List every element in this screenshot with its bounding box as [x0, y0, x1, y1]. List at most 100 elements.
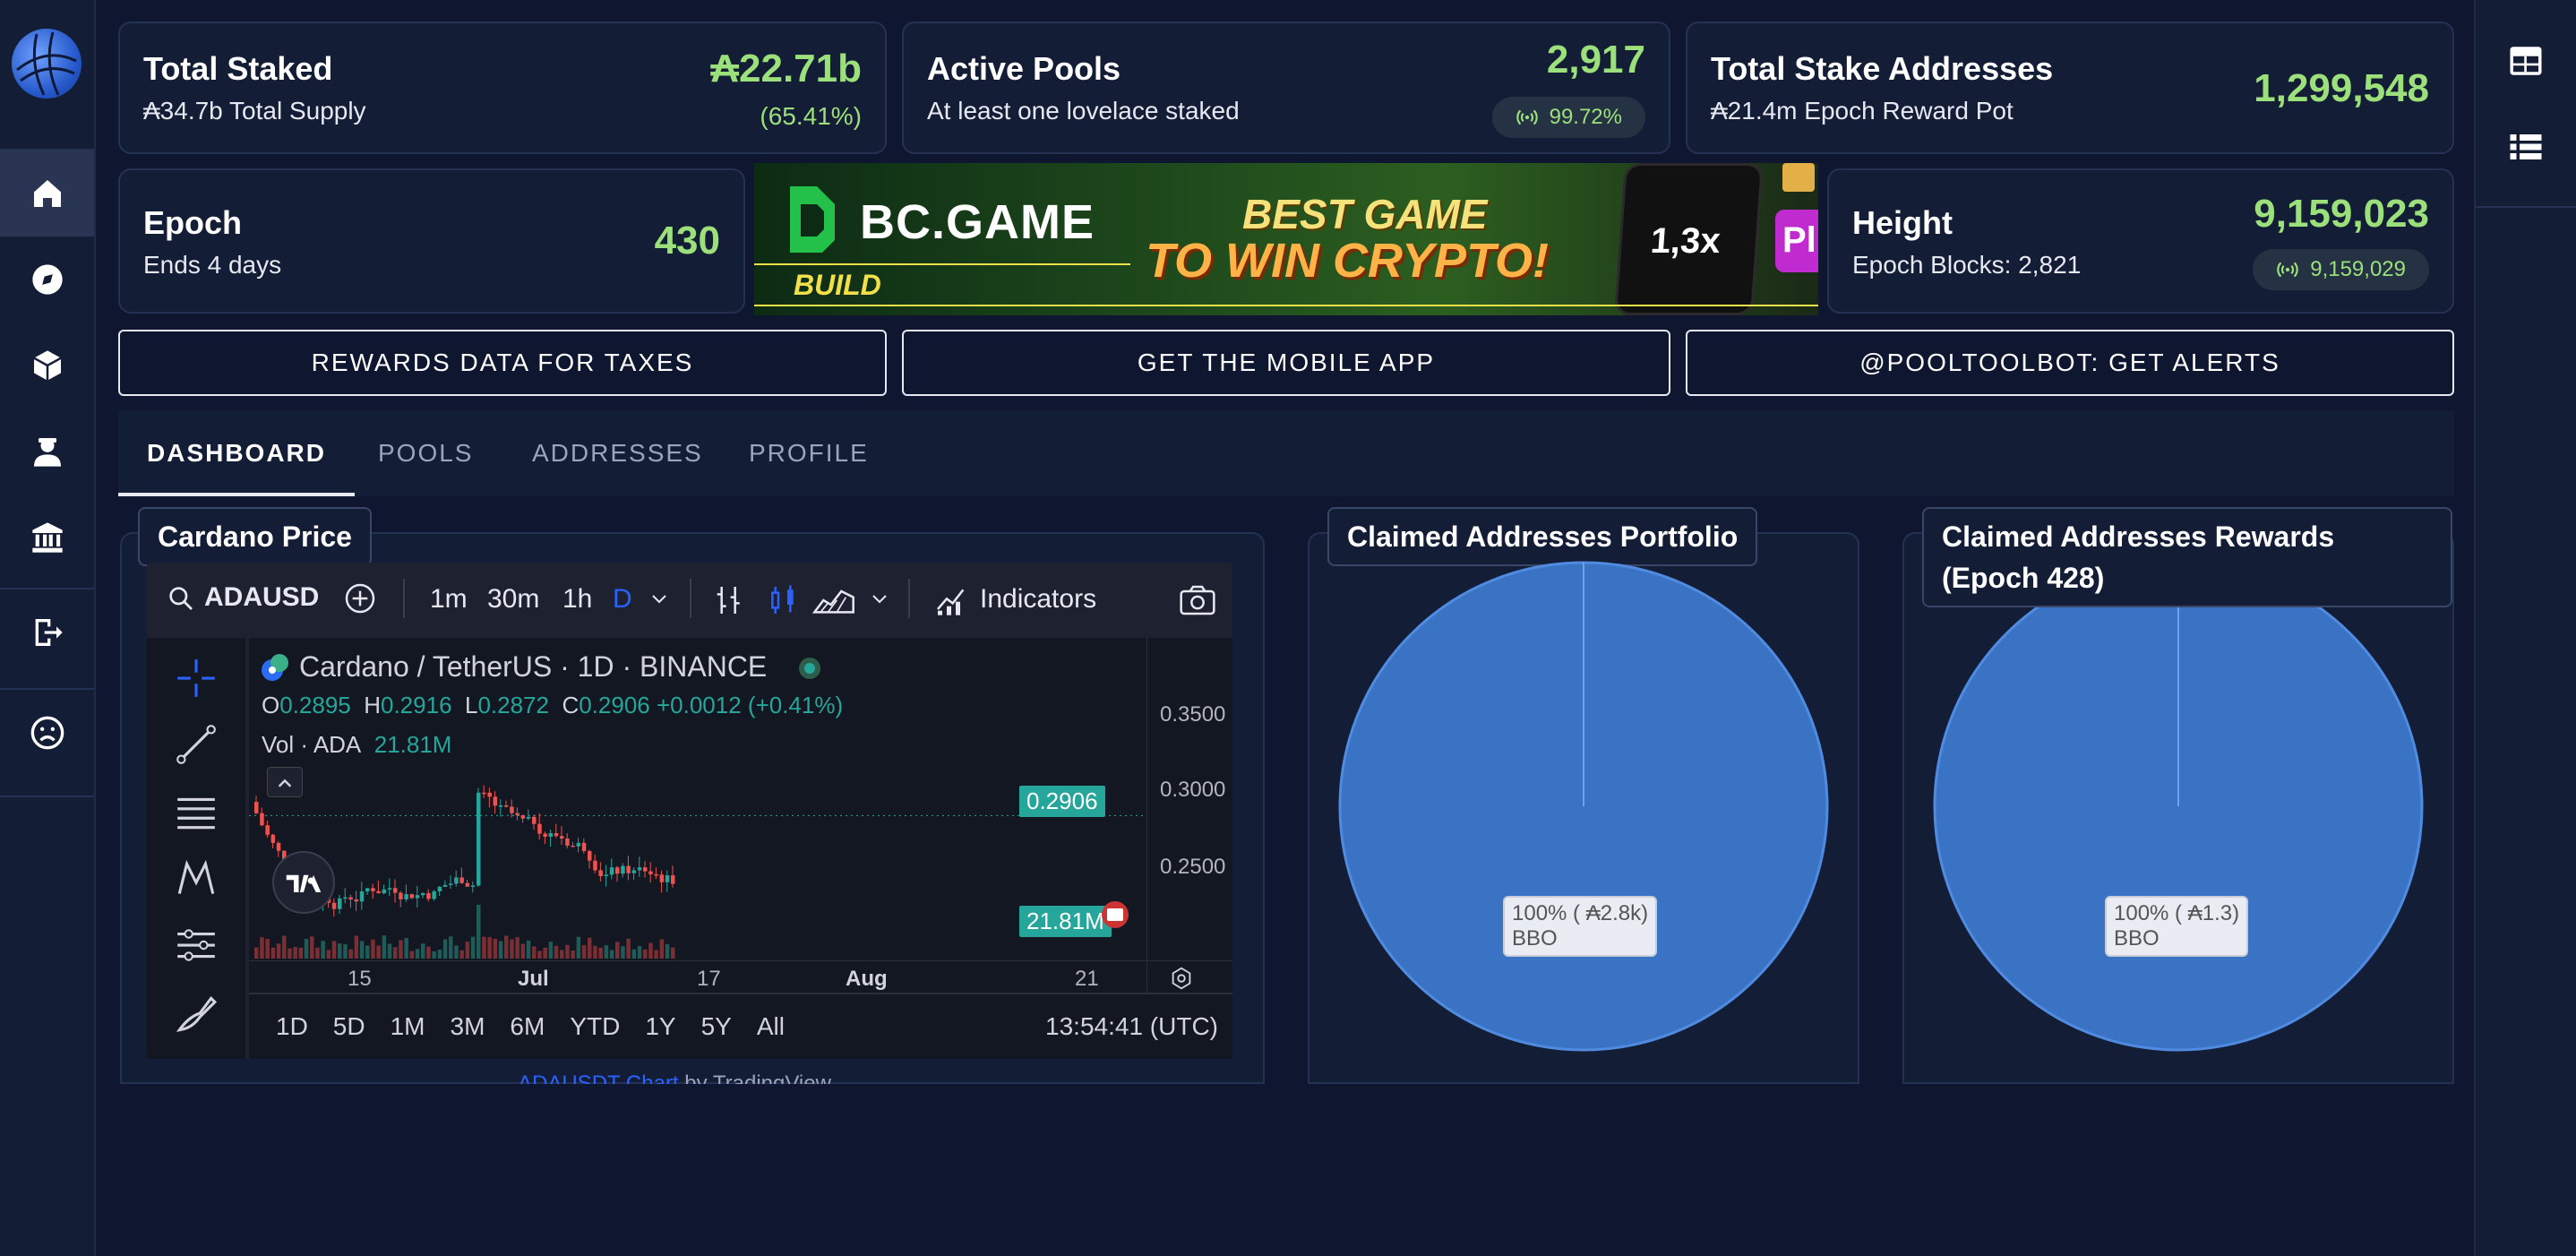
- fib-icon[interactable]: [174, 790, 219, 835]
- ad-multiplier: 1,3x: [1649, 221, 1722, 261]
- nav-logout[interactable]: [0, 589, 94, 675]
- rewards-taxes-button[interactable]: REWARDS DATA FOR TAXES: [118, 330, 887, 396]
- candle: [399, 890, 403, 959]
- range-3m[interactable]: 3M: [451, 1012, 485, 1041]
- range-all[interactable]: All: [757, 1012, 785, 1041]
- bar-chart-icon[interactable]: [711, 582, 747, 618]
- volume-bar: [365, 945, 370, 959]
- candle: [526, 809, 531, 959]
- tradingview-widget[interactable]: ADAUSD 1m 30m 1h D Indicators Cardano / …: [147, 563, 1232, 1059]
- range-5y[interactable]: 5Y: [701, 1012, 732, 1041]
- last-volume-tag: 21.81M: [1019, 906, 1112, 937]
- interval-1m[interactable]: 1m: [430, 584, 468, 615]
- ad-banner[interactable]: BC.GAME BUILD BEST GAME TO WIN CRYPTO! 1…: [754, 163, 1818, 315]
- volume-bar: [631, 949, 637, 959]
- trend-line-icon[interactable]: [174, 722, 219, 767]
- candle: [477, 787, 481, 959]
- interval-d[interactable]: D: [613, 584, 632, 615]
- volume-bar: [510, 939, 514, 959]
- prediction-icon[interactable]: [174, 923, 219, 968]
- collapse-legend-button[interactable]: [267, 767, 303, 797]
- rail-table[interactable]: [2476, 18, 2576, 104]
- candle: [643, 861, 648, 959]
- rewards-pie-chart[interactable]: [1933, 561, 2424, 1052]
- range-5d[interactable]: 5D: [333, 1012, 365, 1041]
- candle: [504, 800, 509, 959]
- event-flag-icon[interactable]: [1102, 901, 1129, 928]
- card-subtitle: At least one lovelace staked: [927, 97, 1240, 125]
- candles-icon[interactable]: [765, 582, 801, 618]
- volume-bar: [637, 945, 642, 959]
- tab-dashboard[interactable]: DASHBOARD: [147, 410, 326, 496]
- nav-explore[interactable]: [0, 237, 94, 323]
- ad-corner-badge: [1782, 163, 1815, 192]
- interval-1h[interactable]: 1h: [562, 584, 592, 615]
- candle: [454, 870, 459, 959]
- candle: [265, 821, 270, 959]
- slice-value: 100% ( ₳1.3): [2114, 901, 2240, 925]
- tab-addresses[interactable]: ADDRESSES: [532, 410, 703, 496]
- candle: [371, 883, 375, 959]
- table-icon: [2510, 47, 2542, 75]
- nav-user[interactable]: [0, 409, 94, 495]
- range-1d[interactable]: 1D: [276, 1012, 308, 1041]
- volume-bar: [626, 938, 631, 959]
- volume-bar: [338, 943, 342, 959]
- mobile-app-button[interactable]: GET THE MOBILE APP: [902, 330, 1670, 396]
- tv-symbol[interactable]: ADAUSD: [204, 582, 319, 613]
- tradingview-logo[interactable]: [272, 851, 335, 914]
- logo[interactable]: [12, 29, 82, 99]
- volume-bar: [498, 941, 503, 959]
- nav-bank[interactable]: [0, 495, 94, 581]
- card-value: 1,299,548: [2254, 66, 2429, 110]
- crosshair-icon[interactable]: [174, 656, 219, 701]
- indicators-icon[interactable]: [933, 582, 969, 618]
- candle: [376, 880, 381, 959]
- tab-pools[interactable]: POOLS: [378, 410, 473, 496]
- volume-bar: [354, 935, 359, 959]
- volume-bar: [543, 947, 547, 959]
- volume-bar: [404, 938, 408, 959]
- volume-bar: [399, 940, 403, 959]
- candle: [387, 878, 392, 959]
- volume-bar: [432, 951, 436, 959]
- area-chart-icon[interactable]: [811, 582, 856, 618]
- volume-bar: [254, 947, 259, 959]
- chevron-up-icon: [278, 779, 292, 787]
- tradingview-credit[interactable]: ADAUSDT Chart by TradingView: [518, 1071, 831, 1084]
- range-ytd[interactable]: YTD: [570, 1012, 620, 1041]
- add-compare-icon[interactable]: [342, 581, 378, 616]
- camera-icon[interactable]: [1177, 582, 1218, 618]
- tab-profile[interactable]: PROFILE: [749, 410, 869, 496]
- candle: [565, 832, 570, 959]
- volume-bar: [270, 947, 276, 959]
- nav-feedback[interactable]: [0, 690, 94, 776]
- card-subtitle: Epoch Blocks: 2,821: [1852, 251, 2082, 279]
- settings-icon[interactable]: [1168, 965, 1195, 992]
- candle: [459, 867, 464, 959]
- portfolio-pie-chart[interactable]: [1338, 561, 1829, 1052]
- volume-bar: [421, 943, 425, 959]
- card-title: Total Stake Addresses: [1711, 50, 2054, 87]
- bank-icon: [31, 522, 63, 553]
- chevron-down-icon[interactable]: [869, 588, 890, 609]
- rail-list[interactable]: [2476, 104, 2576, 190]
- volume-bar: [565, 944, 570, 959]
- pattern-icon[interactable]: [174, 856, 219, 901]
- brush-icon[interactable]: [174, 991, 219, 1036]
- search-icon[interactable]: [167, 584, 195, 613]
- nav-blocks[interactable]: [0, 323, 94, 409]
- range-1y[interactable]: 1Y: [645, 1012, 675, 1041]
- candle: [470, 881, 476, 959]
- candle: [426, 889, 431, 959]
- volume-bar: [376, 945, 381, 959]
- alerts-button[interactable]: @POOLTOOLBOT: GET ALERTS: [1686, 330, 2454, 396]
- nav-home[interactable]: [0, 151, 94, 237]
- range-6m[interactable]: 6M: [510, 1012, 545, 1041]
- card-value: ₳22.71b: [710, 47, 862, 90]
- chevron-down-icon[interactable]: [648, 588, 670, 609]
- range-1m[interactable]: 1M: [391, 1012, 425, 1041]
- interval-30m[interactable]: 30m: [487, 584, 539, 615]
- indicators-label[interactable]: Indicators: [980, 584, 1096, 615]
- volume-bar: [459, 950, 464, 959]
